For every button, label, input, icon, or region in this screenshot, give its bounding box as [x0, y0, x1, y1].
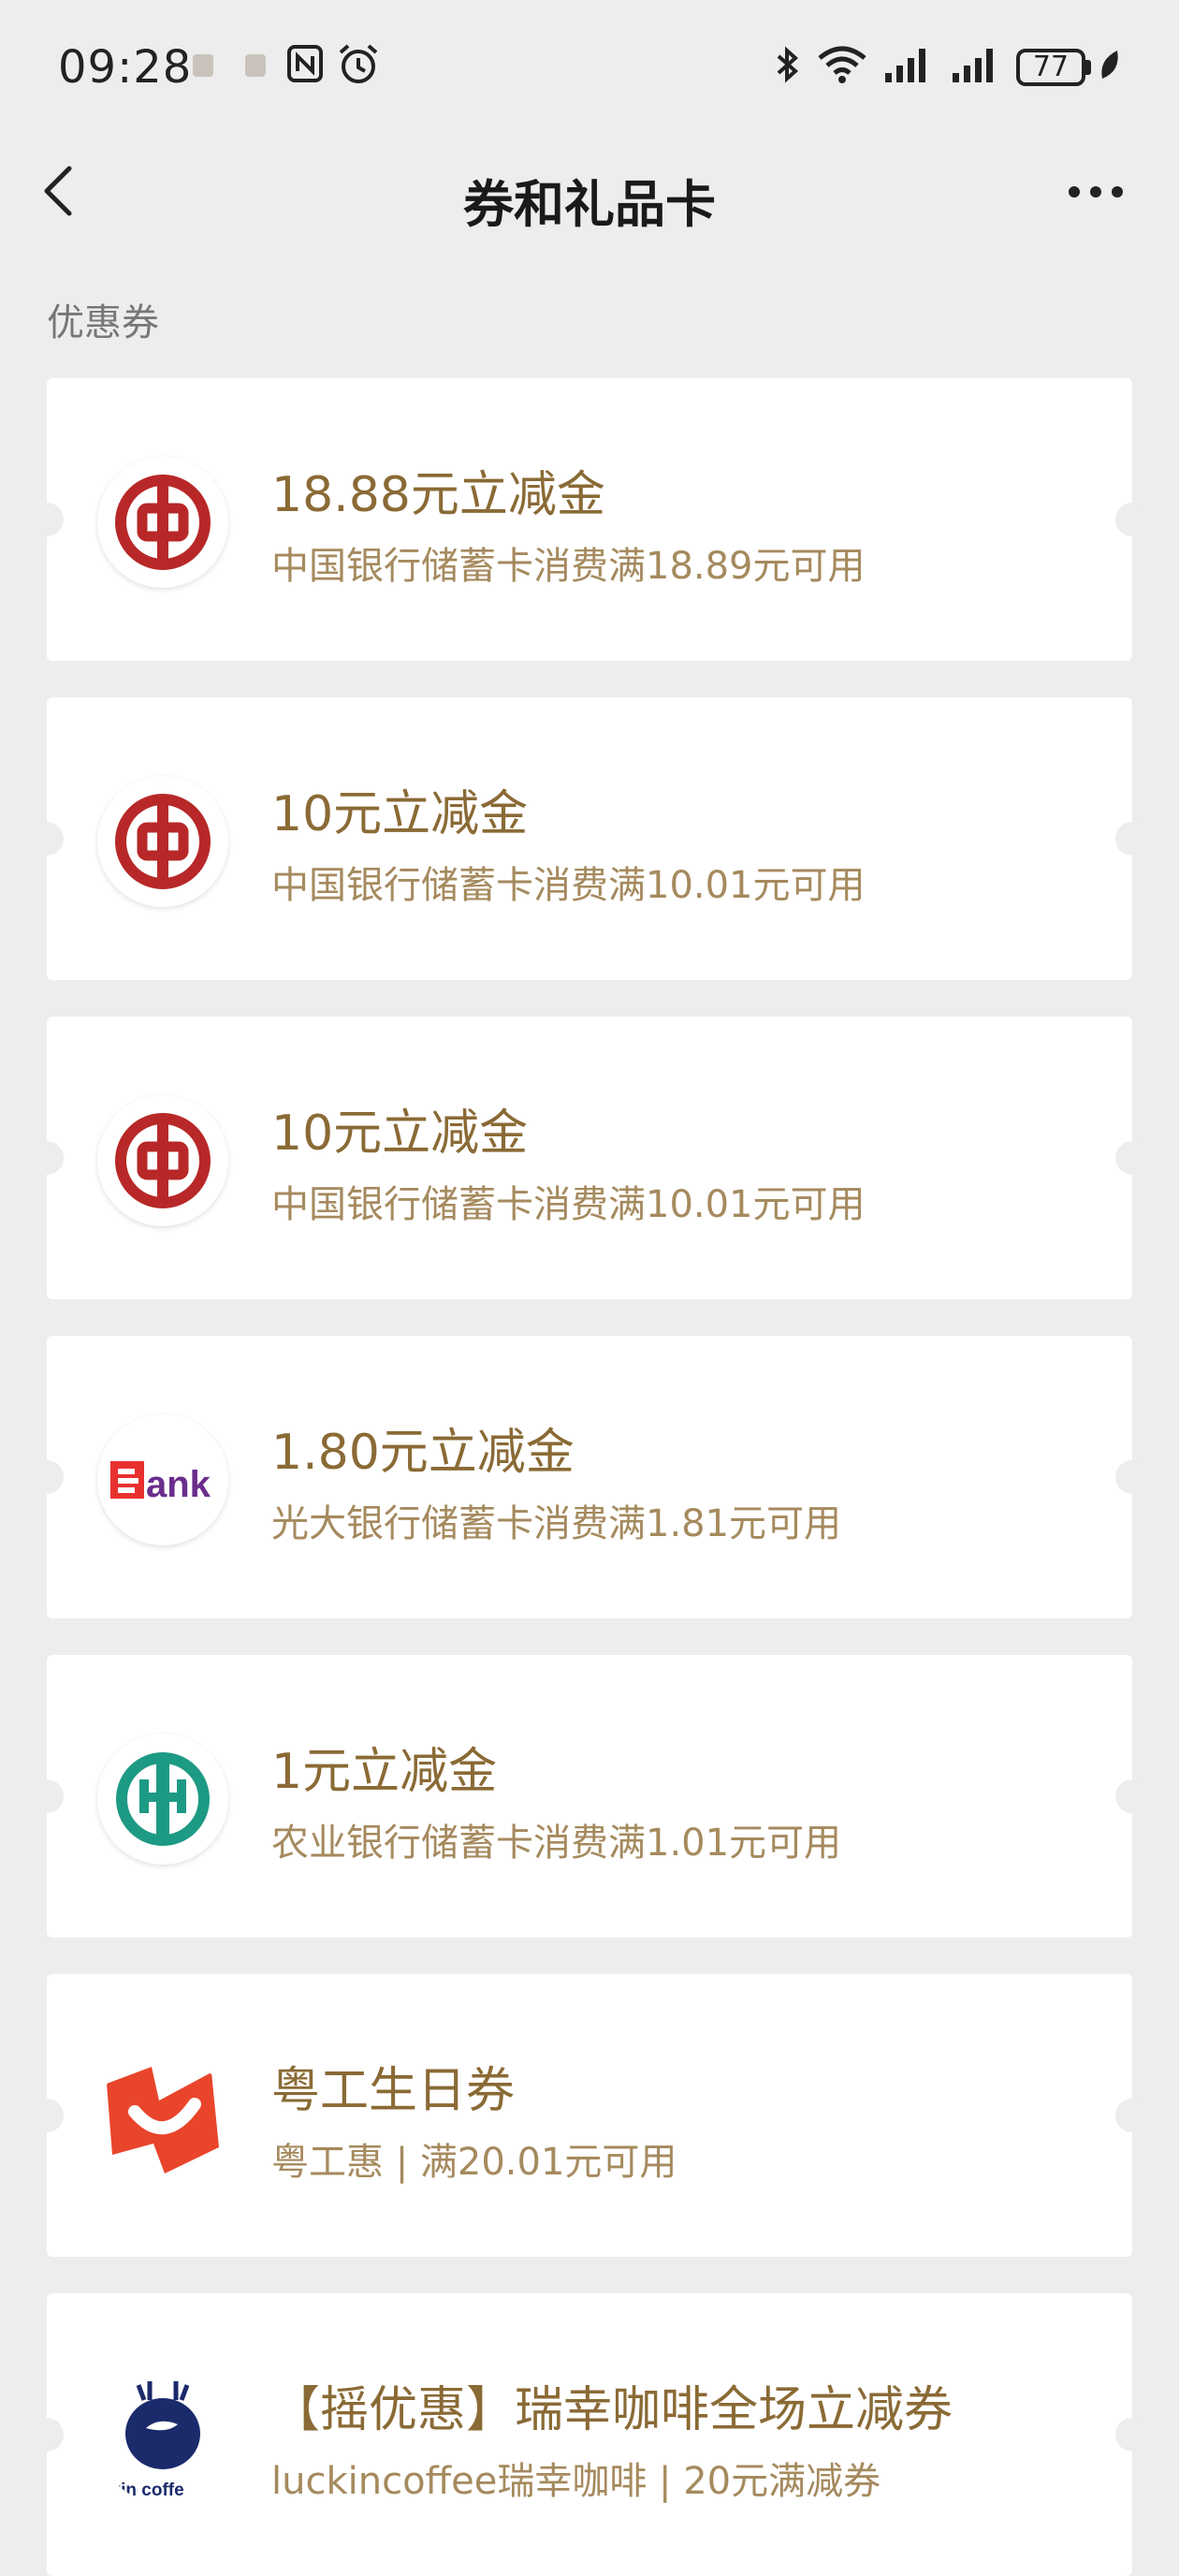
coupon-card[interactable]: ank 1.80元立减金 光大银行储蓄卡消费满1.81元可用	[30, 1336, 1149, 1618]
boc-logo	[97, 1095, 228, 1226]
abc-logo	[97, 1734, 228, 1865]
svg-text:ank: ank	[146, 1464, 211, 1505]
more-options-icon[interactable]	[1063, 168, 1128, 215]
boc-logo-icon	[115, 475, 211, 570]
ebank-logo: ank	[97, 1414, 228, 1545]
card-notch	[1115, 822, 1149, 856]
luckin-logo-icon: ckin coffe	[101, 2381, 200, 2500]
coupon-condition: 中国银行储蓄卡消费满18.89元可用	[271, 545, 866, 588]
alarm-icon	[339, 44, 378, 83]
coupon-card[interactable]: 10元立减金 中国银行储蓄卡消费满10.01元可用	[30, 1017, 1149, 1299]
card-notch	[30, 1779, 64, 1813]
card-notch	[1115, 1460, 1149, 1494]
boc-logo-icon	[115, 1113, 211, 1208]
coupon-title: 18.88元立减金	[271, 467, 605, 523]
nav-bar: 券和礼品卡	[0, 131, 1179, 253]
wifi-icon	[818, 46, 866, 83]
coupon-card[interactable]: 10元立减金 中国银行储蓄卡消费满10.01元可用	[30, 697, 1149, 980]
coupon-card[interactable]: 粤工生日券 粤工惠 | 满20.01元可用	[30, 1974, 1149, 2257]
ebank-logo-icon: ank	[110, 1461, 211, 1505]
section-label-coupons: 优惠券	[47, 301, 159, 344]
battery-tip	[1085, 60, 1091, 75]
card-notch	[30, 1460, 64, 1494]
coupon-card[interactable]: 18.88元立减金 中国银行储蓄卡消费满18.89元可用	[30, 378, 1149, 661]
yuegonghui-logo	[97, 2053, 228, 2184]
boc-logo	[97, 776, 228, 907]
boc-logo-icon	[115, 794, 211, 889]
leaf-icon	[1101, 51, 1118, 79]
card-notch	[1115, 503, 1149, 536]
card-notch	[1115, 2418, 1149, 2452]
card-notch	[1115, 1141, 1149, 1175]
card-notch	[30, 503, 64, 536]
card-notch	[30, 2099, 64, 2132]
luckin-logo: ckin coffe	[97, 2372, 228, 2503]
coupon-title: 10元立减金	[271, 1105, 529, 1162]
bluetooth-icon	[777, 46, 799, 83]
abc-logo-icon	[116, 1752, 210, 1846]
card-notch	[30, 2418, 64, 2452]
coupon-condition: 光大银行储蓄卡消费满1.81元可用	[271, 1502, 842, 1545]
signal-icon	[885, 49, 925, 82]
coupon-condition: 农业银行储蓄卡消费满1.01元可用	[271, 1822, 842, 1865]
notification-app-icon	[193, 54, 213, 77]
status-time: 09:28	[58, 41, 193, 94]
coupon-title: 【摇优惠】瑞幸咖啡全场立减券	[271, 2382, 953, 2438]
coupon-condition: 中国银行储蓄卡消费满10.01元可用	[271, 864, 866, 907]
signal-icon	[953, 49, 993, 82]
page-title: 券和礼品卡	[463, 175, 716, 234]
coupon-condition: luckincoffee瑞幸咖啡 | 20元满减券	[271, 2460, 881, 2503]
coupon-title: 1元立减金	[271, 1744, 498, 1800]
coupon-title: 10元立减金	[271, 786, 529, 842]
notification-app-icon	[245, 54, 266, 77]
card-notch	[1115, 1779, 1149, 1813]
svg-text:ckin coffe: ckin coffe	[101, 2481, 184, 2500]
card-notch	[1115, 2099, 1149, 2132]
coupon-card[interactable]: 1元立减金 农业银行储蓄卡消费满1.01元可用	[30, 1655, 1149, 1938]
boc-logo	[97, 457, 228, 588]
yuegonghui-logo-icon	[107, 2067, 219, 2174]
battery-indicator: 77	[1016, 49, 1085, 86]
card-notch	[30, 822, 64, 856]
coupon-title: 粤工生日券	[271, 2063, 516, 2119]
coupon-condition: 粤工惠 | 满20.01元可用	[271, 2141, 677, 2184]
card-notch	[30, 1141, 64, 1175]
coupon-card[interactable]: ckin coffe 【摇优惠】瑞幸咖啡全场立减券 luckincoffee瑞幸…	[30, 2293, 1149, 2576]
status-bar: 09:28 77	[0, 0, 1179, 131]
coupon-title: 1.80元立减金	[271, 1425, 575, 1481]
coupon-condition: 中国银行储蓄卡消费满10.01元可用	[271, 1183, 866, 1226]
nfc-icon	[287, 45, 323, 82]
